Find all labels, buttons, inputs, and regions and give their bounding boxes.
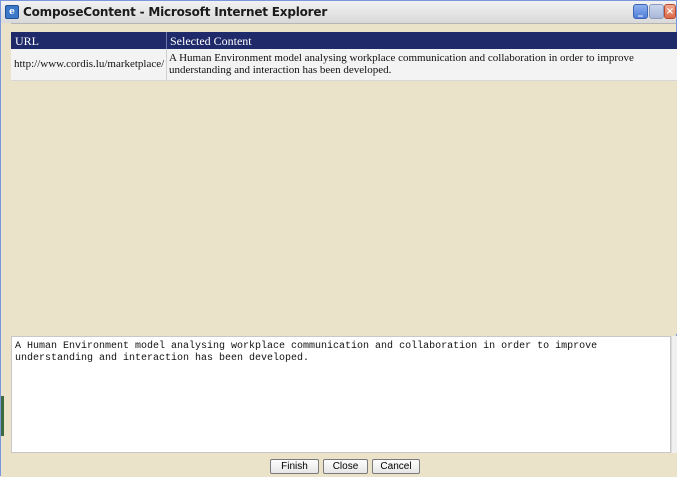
- minimize-icon[interactable]: _: [633, 4, 648, 19]
- ie-icon: e: [5, 5, 19, 19]
- content-editor[interactable]: A Human Environment model analysing work…: [11, 336, 671, 453]
- title-bar[interactable]: e ComposeContent - Microsoft Internet Ex…: [1, 1, 676, 24]
- cell-selected-content: A Human Environment model analysing work…: [169, 52, 634, 76]
- column-divider[interactable]: [166, 32, 167, 49]
- table-row[interactable]: http://www.cordis.lu/marketplace/ A Huma…: [11, 49, 677, 81]
- window-title: ComposeContent - Microsoft Internet Expl…: [23, 5, 328, 19]
- cell-url: http://www.cordis.lu/marketplace/: [14, 58, 165, 70]
- left-edge-marker: [1, 396, 4, 436]
- grid-header: URL Selected Content: [11, 32, 677, 49]
- grid-empty-area: [11, 81, 677, 334]
- footer-bar: Finish Close Cancel: [1, 453, 677, 477]
- editor-scrollbar[interactable]: [671, 336, 677, 453]
- column-header-url[interactable]: URL: [15, 34, 39, 49]
- row-divider: [166, 49, 167, 80]
- close-button[interactable]: Close: [323, 459, 368, 474]
- cancel-button[interactable]: Cancel: [372, 459, 420, 474]
- column-header-selected-content[interactable]: Selected Content: [170, 34, 252, 49]
- close-icon[interactable]: ×: [664, 4, 676, 19]
- left-margin: [1, 23, 11, 453]
- maximize-icon[interactable]: [649, 4, 664, 19]
- browser-window: e ComposeContent - Microsoft Internet Ex…: [0, 0, 677, 477]
- finish-button[interactable]: Finish: [270, 459, 319, 474]
